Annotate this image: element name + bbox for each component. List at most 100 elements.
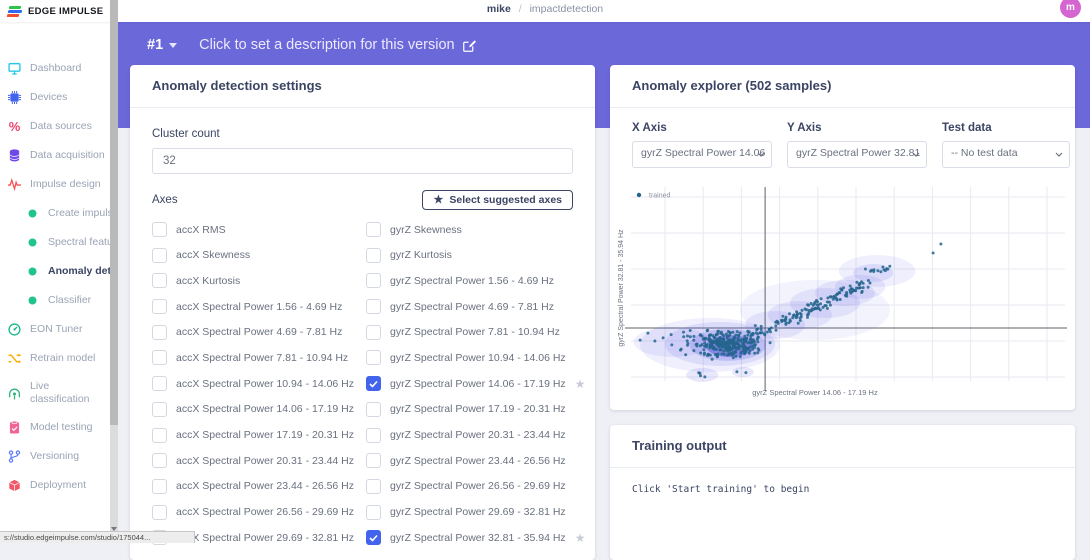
- breadcrumb-project[interactable]: impactdetection: [530, 3, 604, 15]
- axis-checkbox-row[interactable]: accX Spectral Power 7.81 - 10.94 Hz: [152, 350, 354, 365]
- user-avatar[interactable]: m: [1060, 0, 1081, 18]
- test-data-select[interactable]: -- No test data: [942, 141, 1070, 168]
- axis-checkbox-row[interactable]: gyrZ Spectral Power 1.56 - 4.69 Hz: [366, 273, 585, 288]
- checkbox-unchecked[interactable]: [152, 376, 167, 391]
- axis-checkbox-row[interactable]: accX Spectral Power 26.56 - 29.69 Hz: [152, 505, 354, 520]
- axis-label: accX Spectral Power 10.94 - 14.06 Hz: [176, 378, 354, 390]
- checkbox-unchecked[interactable]: [366, 505, 381, 520]
- axis-checkbox-row[interactable]: gyrZ Spectral Power 20.31 - 23.44 Hz: [366, 428, 585, 443]
- axis-checkbox-row[interactable]: accX Spectral Power 1.56 - 4.69 Hz: [152, 299, 354, 314]
- sidebar-item-dashboard[interactable]: Dashboard: [0, 54, 110, 83]
- sidebar-item-anomaly-detection[interactable]: Anomaly detection: [0, 257, 110, 286]
- edge-impulse-logo[interactable]: EDGE IMPULSE: [0, 0, 118, 22]
- axis-checkbox-row[interactable]: accX Spectral Power 14.06 - 17.19 Hz: [152, 402, 354, 417]
- axis-checkbox-row[interactable]: accX Spectral Power 10.94 - 14.06 Hz: [152, 376, 354, 391]
- scatter-point: [879, 270, 882, 273]
- checkbox-checked[interactable]: [366, 530, 381, 545]
- sidebar-item-data-sources[interactable]: %Data sources: [0, 112, 110, 141]
- sidebar-item-deployment[interactable]: Deployment: [0, 471, 110, 500]
- axis-checkbox-row[interactable]: gyrZ Spectral Power 29.69 - 32.81 Hz: [366, 505, 585, 520]
- scatter-point: [706, 343, 709, 346]
- checkbox-unchecked[interactable]: [366, 222, 381, 237]
- axis-checkbox-row[interactable]: accX Kurtosis: [152, 273, 354, 288]
- axis-checkbox-row[interactable]: accX Spectral Power 20.31 - 23.44 Hz: [152, 453, 354, 468]
- checkbox-unchecked[interactable]: [152, 299, 167, 314]
- checkbox-unchecked[interactable]: [366, 402, 381, 417]
- checkbox-unchecked[interactable]: [152, 273, 167, 288]
- axis-checkbox-row[interactable]: accX RMS: [152, 222, 354, 237]
- sidebar-item-classifier[interactable]: Classifier: [0, 286, 110, 315]
- version-description-button[interactable]: Click to set a description for this vers…: [199, 37, 475, 53]
- scatter-point: [826, 307, 829, 310]
- checkbox-unchecked[interactable]: [152, 350, 167, 365]
- scatter-point: [780, 319, 783, 322]
- scatter-point: [814, 307, 817, 310]
- scatter-point: [706, 354, 709, 357]
- axis-label: gyrZ Spectral Power 7.81 - 10.94 Hz: [390, 326, 560, 338]
- checkbox-unchecked[interactable]: [366, 428, 381, 443]
- axis-checkbox-row[interactable]: gyrZ Skewness: [366, 222, 585, 237]
- sidebar-item-retrain-model[interactable]: Retrain model: [0, 344, 110, 373]
- sidebar-scrollbar[interactable]: [110, 0, 118, 543]
- y-axis-select[interactable]: gyrZ Spectral Power 32.81: [787, 141, 927, 168]
- axis-checkbox-row[interactable]: accX Spectral Power 17.19 - 20.31 Hz: [152, 428, 354, 443]
- axis-checkbox-row[interactable]: gyrZ Spectral Power 10.94 - 14.06 Hz: [366, 350, 585, 365]
- axis-label: gyrZ Spectral Power 14.06 - 17.19 Hz: [390, 378, 566, 390]
- scatter-point: [720, 331, 723, 334]
- checkbox-unchecked[interactable]: [366, 273, 381, 288]
- checkbox-unchecked[interactable]: [366, 299, 381, 314]
- scatter-point: [860, 280, 863, 283]
- sidebar-item-devices[interactable]: Devices: [0, 83, 110, 112]
- sidebar-item-versioning[interactable]: Versioning: [0, 442, 110, 471]
- cluster-count-input[interactable]: [152, 148, 573, 174]
- axis-checkbox-row[interactable]: gyrZ Spectral Power 14.06 - 17.19 Hz★: [366, 376, 585, 391]
- chevron-down-icon: [1055, 152, 1063, 157]
- explorer-card-title: Anomaly explorer (502 samples): [610, 65, 1075, 108]
- training-console: Click 'Start training' to begin: [610, 468, 1075, 511]
- axis-checkbox-row[interactable]: gyrZ Spectral Power 26.56 - 29.69 Hz: [366, 479, 585, 494]
- checkbox-unchecked[interactable]: [152, 325, 167, 340]
- axis-checkbox-row[interactable]: gyrZ Spectral Power 32.81 - 35.94 Hz★: [366, 530, 585, 545]
- sidebar-scrollbar-thumb[interactable]: [110, 0, 118, 425]
- scatter-point: [718, 337, 721, 340]
- axis-checkbox-row[interactable]: accX Spectral Power 23.44 - 26.56 Hz: [152, 479, 354, 494]
- sidebar-item-create-impulse[interactable]: Create impulse: [0, 199, 110, 228]
- scatter-point: [746, 334, 749, 337]
- scatter-point: [888, 265, 891, 268]
- version-dropdown[interactable]: #1: [147, 37, 177, 53]
- sidebar-item-impulse-design[interactable]: Impulse design: [0, 170, 110, 199]
- checkbox-unchecked[interactable]: [366, 325, 381, 340]
- axis-checkbox-row[interactable]: gyrZ Kurtosis: [366, 248, 585, 263]
- checkbox-checked[interactable]: [366, 376, 381, 391]
- y-axis-label: Y Axis: [787, 122, 927, 134]
- checkbox-unchecked[interactable]: [152, 222, 167, 237]
- breadcrumb-user[interactable]: mike: [487, 3, 511, 15]
- checkbox-unchecked[interactable]: [152, 505, 167, 520]
- axis-checkbox-row[interactable]: gyrZ Spectral Power 23.44 - 26.56 Hz: [366, 453, 585, 468]
- checkbox-unchecked[interactable]: [152, 428, 167, 443]
- axis-checkbox-row[interactable]: accX Skewness: [152, 248, 354, 263]
- axis-checkbox-row[interactable]: accX Spectral Power 4.69 - 7.81 Hz: [152, 325, 354, 340]
- checkbox-unchecked[interactable]: [366, 350, 381, 365]
- axis-label: accX Spectral Power 1.56 - 4.69 Hz: [176, 301, 342, 313]
- sidebar-item-live-classification[interactable]: Live classification: [0, 373, 110, 413]
- checkbox-unchecked[interactable]: [366, 248, 381, 263]
- scatter-point: [864, 268, 867, 271]
- axis-checkbox-row[interactable]: gyrZ Spectral Power 7.81 - 10.94 Hz: [366, 325, 585, 340]
- sidebar-item-spectral-features[interactable]: Spectral features: [0, 228, 110, 257]
- sidebar-item-data-acquisition[interactable]: Data acquisition: [0, 141, 110, 170]
- axis-checkbox-row[interactable]: gyrZ Spectral Power 17.19 - 20.31 Hz: [366, 402, 585, 417]
- checkbox-unchecked[interactable]: [152, 453, 167, 468]
- select-suggested-axes-button[interactable]: ★ Select suggested axes: [422, 190, 573, 210]
- x-axis-select[interactable]: gyrZ Spectral Power 14.06: [632, 141, 772, 168]
- axis-checkbox-row[interactable]: gyrZ Spectral Power 4.69 - 7.81 Hz: [366, 299, 585, 314]
- sidebar-item-model-testing[interactable]: Model testing: [0, 413, 110, 442]
- sidebar-item-eon-tuner[interactable]: EON Tuner: [0, 315, 110, 344]
- checkbox-unchecked[interactable]: [152, 402, 167, 417]
- checkbox-unchecked[interactable]: [366, 479, 381, 494]
- checkbox-unchecked[interactable]: [152, 248, 167, 263]
- scatter-point: [775, 329, 778, 332]
- checkbox-unchecked[interactable]: [366, 453, 381, 468]
- checkbox-unchecked[interactable]: [152, 479, 167, 494]
- anomaly-scatter-chart[interactable]: trainedgyrZ Spectral Power 32.81 - 35.94…: [615, 183, 1070, 398]
